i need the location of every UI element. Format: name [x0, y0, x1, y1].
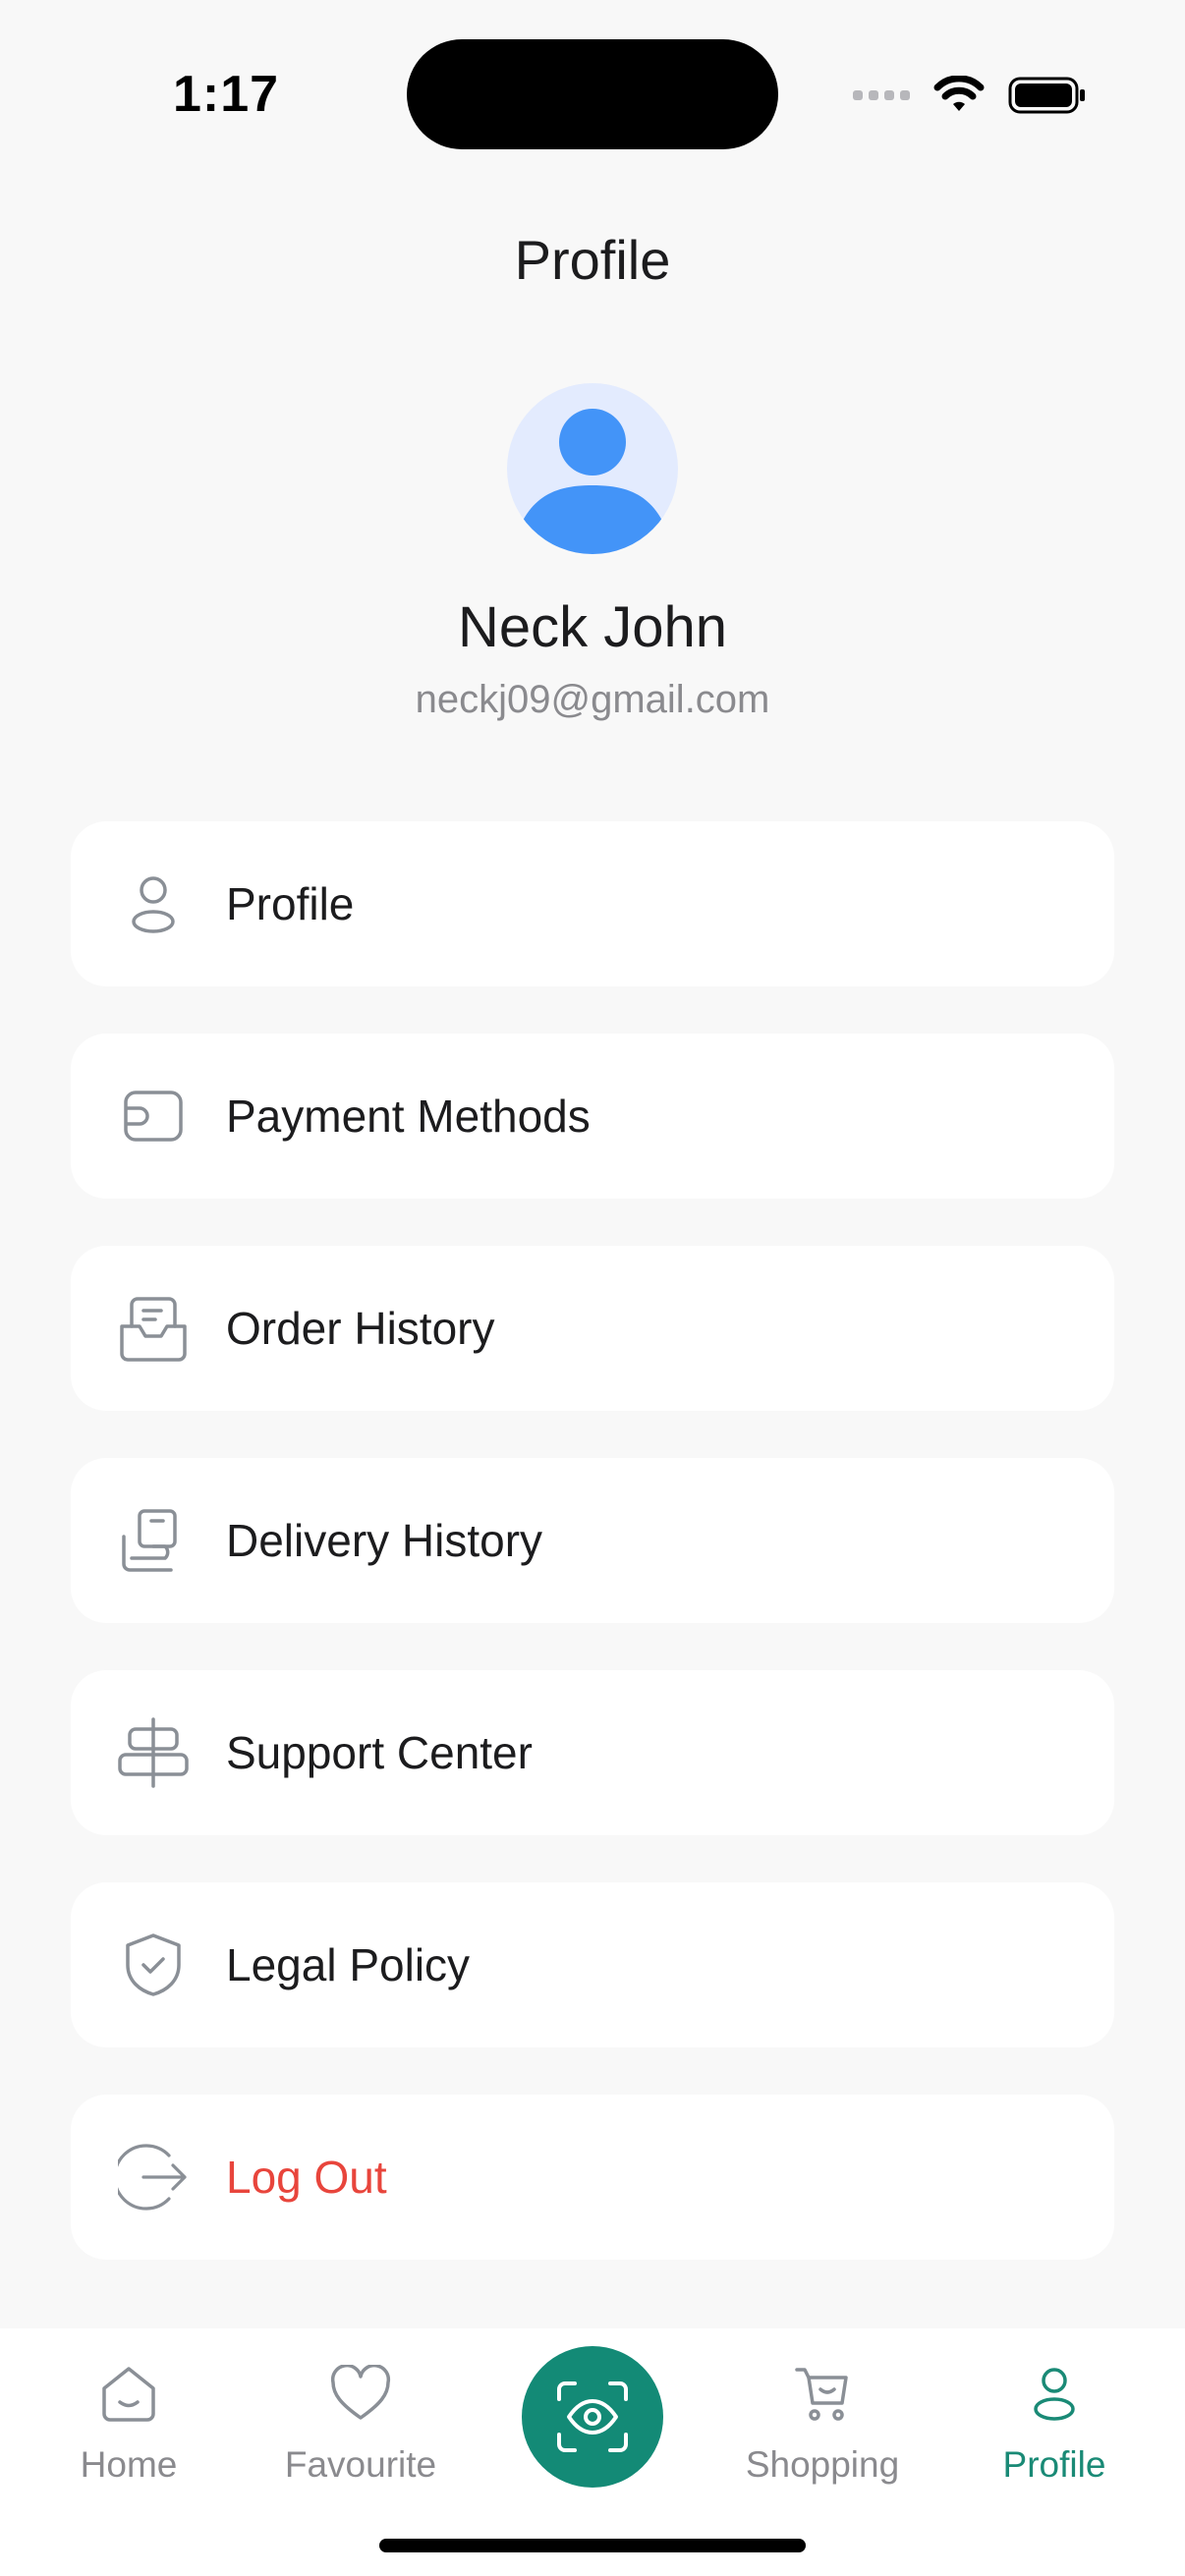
- menu-item-payment-methods[interactable]: Payment Methods: [71, 1034, 1114, 1199]
- tab-label: Shopping: [745, 2444, 900, 2485]
- heart-icon: [253, 2356, 469, 2431]
- menu-item-log-out[interactable]: Log Out: [71, 2095, 1114, 2260]
- menu-item-label: Log Out: [226, 2152, 387, 2203]
- menu-item-order-history[interactable]: Order History: [71, 1246, 1114, 1411]
- shield-check-icon: [114, 1926, 193, 2004]
- tab-favourite[interactable]: Favourite: [253, 2356, 469, 2486]
- profile-menu: Profile Payment Methods Order History De…: [71, 821, 1114, 2307]
- status-icons: [853, 71, 1087, 120]
- logout-icon: [114, 2138, 193, 2216]
- dynamic-island: [407, 39, 778, 149]
- default-avatar-icon: [523, 409, 662, 554]
- menu-item-label: Legal Policy: [226, 1939, 471, 1990]
- home-icon: [21, 2356, 237, 2431]
- package-icon: [114, 1501, 193, 1580]
- tab-home[interactable]: Home: [21, 2356, 237, 2486]
- wifi-icon: [933, 76, 985, 111]
- tab-label: Profile: [1002, 2444, 1106, 2485]
- tab-label: Favourite: [284, 2444, 437, 2485]
- profile-screen: 1:17 Profile Neck John neckj09@gmail.com: [0, 0, 1185, 2576]
- menu-item-label: Delivery History: [226, 1515, 543, 1566]
- user-email: neckj09@gmail.com: [415, 678, 770, 721]
- menu-item-label: Support Center: [226, 1727, 533, 1778]
- person-icon: [946, 2356, 1162, 2431]
- wallet-icon: [114, 1077, 193, 1155]
- avatar[interactable]: [507, 383, 678, 554]
- signpost-icon: [114, 1713, 193, 1792]
- page-title: Profile: [514, 229, 671, 291]
- battery-icon: [1008, 77, 1085, 114]
- tab-profile[interactable]: Profile: [946, 2356, 1162, 2486]
- menu-item-support-center[interactable]: Support Center: [71, 1670, 1114, 1835]
- user-name: Neck John: [457, 595, 728, 659]
- status-time: 1:17: [173, 66, 280, 123]
- scan-eye-icon: [557, 2381, 628, 2452]
- cellular-signal-icon: [853, 90, 910, 100]
- menu-item-profile[interactable]: Profile: [71, 821, 1114, 986]
- home-indicator: [379, 2539, 806, 2552]
- menu-item-delivery-history[interactable]: Delivery History: [71, 1458, 1114, 1623]
- cart-icon: [714, 2356, 931, 2431]
- menu-item-label: Payment Methods: [226, 1091, 591, 1142]
- tab-shopping[interactable]: Shopping: [714, 2356, 931, 2486]
- scan-button[interactable]: [522, 2346, 663, 2488]
- person-icon: [114, 865, 193, 943]
- menu-item-legal-policy[interactable]: Legal Policy: [71, 1882, 1114, 2047]
- menu-item-label: Profile: [226, 878, 355, 929]
- inbox-icon: [114, 1289, 193, 1368]
- menu-item-label: Order History: [226, 1303, 495, 1354]
- tab-label: Home: [80, 2444, 178, 2485]
